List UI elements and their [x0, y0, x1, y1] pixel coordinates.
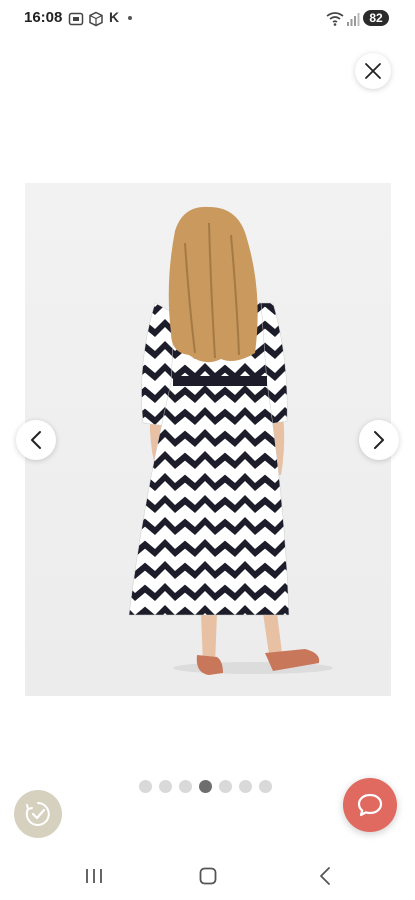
close-icon [365, 63, 381, 79]
close-button[interactable] [355, 53, 391, 89]
signal-icon [346, 11, 362, 27]
status-time: 16:08 [24, 9, 63, 26]
notification-dot [128, 16, 132, 20]
screenshot-icon [68, 11, 84, 27]
status-letter: K [109, 9, 120, 25]
pagination-dot[interactable] [219, 780, 232, 793]
pagination-dot[interactable] [259, 780, 272, 793]
back-icon [320, 867, 330, 885]
home-icon [199, 867, 217, 885]
next-image-button[interactable] [359, 420, 399, 460]
system-navigation-bar [0, 852, 415, 900]
status-bar: 16:08 K 82 [0, 0, 415, 38]
recent-apps-button[interactable] [82, 866, 106, 886]
chat-bubble-icon [357, 793, 383, 817]
product-image[interactable] [25, 183, 391, 696]
home-button[interactable] [196, 866, 220, 886]
pagination-dot[interactable] [239, 780, 252, 793]
recent-apps-icon [86, 869, 102, 883]
pagination-dot-active[interactable] [199, 780, 212, 793]
timer-badge-button[interactable] [14, 790, 62, 838]
previous-image-button[interactable] [16, 420, 56, 460]
chat-button[interactable] [343, 778, 397, 832]
gallery-pagination [139, 780, 272, 794]
pagination-dot[interactable] [179, 780, 192, 793]
wifi-icon [326, 11, 344, 27]
chevron-left-icon [31, 431, 41, 449]
chevron-right-icon [374, 431, 384, 449]
product-gallery-screen: 16:08 K 82 [0, 0, 415, 900]
cube-icon [88, 11, 104, 27]
pagination-dot[interactable] [159, 780, 172, 793]
pagination-dot[interactable] [139, 780, 152, 793]
timer-check-icon [25, 802, 50, 826]
back-button[interactable] [314, 866, 338, 886]
battery-indicator: 82 [363, 10, 389, 26]
